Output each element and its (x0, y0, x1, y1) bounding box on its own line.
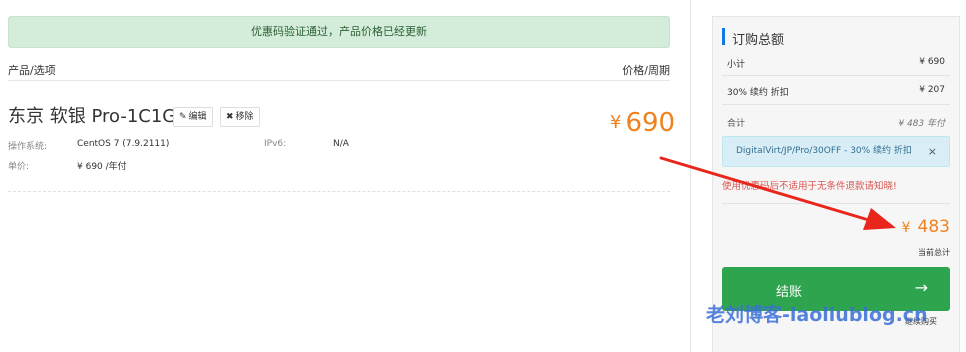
unit-price-label: 单价: (8, 162, 30, 172)
ipv6-value: N/A (333, 139, 349, 149)
edit-label: 编辑 (188, 112, 207, 122)
product-name: 东京 软银 Pro-1C1G (8, 106, 177, 127)
ipv6-label: IPv6: (264, 139, 287, 149)
subtotal-row: 小计 ¥ 690 (727, 57, 945, 70)
grand-total-label: 当前总计 (918, 248, 950, 257)
price-value: 690 (625, 108, 676, 138)
subtotal-value: ¥ 690 (919, 57, 945, 67)
grand-total: ¥ 483 (902, 217, 950, 237)
total-value: ¥ 483 年付 (898, 119, 945, 129)
checkout-label: 结账 (776, 285, 803, 300)
promo-code-text: DigitalVirt/JP/Pro/30OFF - 30% 续约 折扣 (736, 146, 912, 156)
total-label: 合计 (727, 119, 746, 129)
discount-row: 30% 续约 折扣 ¥ 207 (727, 85, 945, 98)
summary-divider (722, 104, 950, 105)
grand-currency: ¥ (901, 220, 911, 236)
order-summary-title: 订购总额 (732, 33, 785, 48)
arrow-right-icon: → (914, 278, 928, 297)
price-currency: ¥ (610, 112, 622, 133)
column-header-product: 产品/选项 (8, 64, 56, 77)
summary-divider (722, 203, 950, 204)
product-price: ¥690 (610, 108, 675, 138)
watermark: 老刘博客-laoliublog.cn (706, 304, 928, 326)
close-icon[interactable]: × (928, 137, 937, 166)
discount-label: 30% 续约 折扣 (727, 88, 789, 98)
edit-button[interactable]: ✎ 编辑 (173, 107, 213, 127)
vertical-divider (690, 0, 691, 352)
grand-value: 483 (917, 217, 950, 237)
discount-value: ¥ 207 (919, 85, 945, 95)
os-label: 操作系统: (8, 142, 48, 152)
subtotal-label: 小计 (727, 60, 746, 70)
applied-promo-code: DigitalVirt/JP/Pro/30OFF - 30% 续约 折扣 × (722, 136, 950, 167)
x-icon: ✖ (226, 112, 234, 122)
summary-divider (722, 75, 950, 76)
os-value: CentOS 7 (7.9.2111) (77, 139, 170, 149)
promo-warning: 使用优惠码后不适用于无条件退款请知晓! (722, 181, 897, 192)
remove-button[interactable]: ✖ 移除 (220, 107, 260, 127)
pencil-icon: ✎ (179, 112, 187, 122)
column-header-price: 价格/周期 (622, 64, 670, 77)
unit-price-value: ¥ 690 /年付 (77, 162, 127, 172)
row-divider (8, 191, 670, 192)
remove-label: 移除 (235, 112, 254, 122)
header-divider (8, 80, 670, 81)
title-accent-bar (722, 28, 725, 45)
total-row: 合计 ¥ 483 年付 (727, 116, 945, 129)
promo-success-alert: 优惠码验证通过，产品价格已经更新 (8, 16, 670, 48)
